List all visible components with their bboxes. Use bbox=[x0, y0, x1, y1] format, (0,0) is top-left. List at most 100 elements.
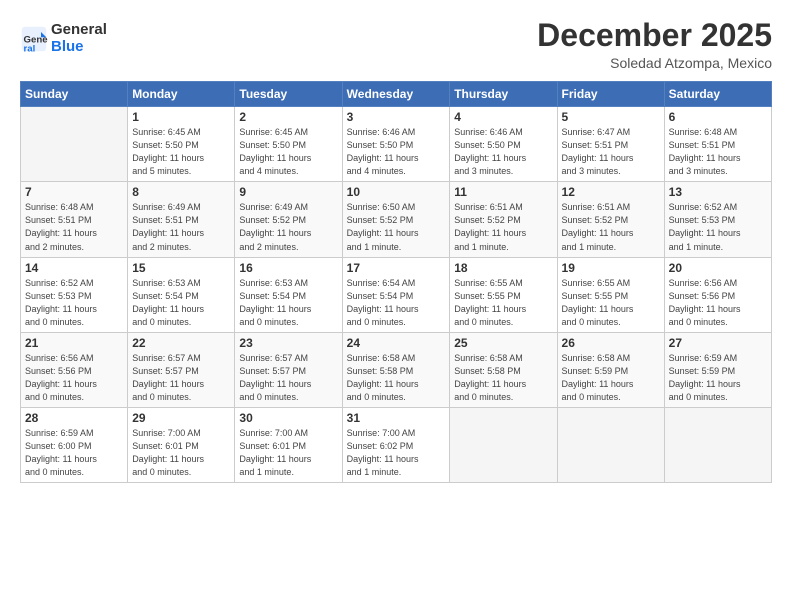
calendar-cell: 14 Sunrise: 6:52 AMSunset: 5:53 PMDayligh… bbox=[21, 257, 128, 332]
day-number: 5 bbox=[562, 110, 660, 124]
calendar-cell: 23 Sunrise: 6:57 AMSunset: 5:57 PMDayligh… bbox=[235, 332, 342, 407]
calendar-cell: 6 Sunrise: 6:48 AMSunset: 5:51 PMDaylight… bbox=[664, 107, 771, 182]
weekday-header-tuesday: Tuesday bbox=[235, 82, 342, 107]
day-number: 31 bbox=[347, 411, 446, 425]
day-number: 1 bbox=[132, 110, 230, 124]
day-number: 4 bbox=[454, 110, 552, 124]
day-number: 14 bbox=[25, 261, 123, 275]
calendar-cell: 1 Sunrise: 6:45 AMSunset: 5:50 PMDaylight… bbox=[128, 107, 235, 182]
logo-line2: Blue bbox=[51, 38, 84, 55]
day-number: 7 bbox=[25, 185, 123, 199]
day-info: Sunrise: 6:49 AMSunset: 5:51 PMDaylight:… bbox=[132, 201, 230, 253]
day-info: Sunrise: 6:53 AMSunset: 5:54 PMDaylight:… bbox=[132, 277, 230, 329]
calendar-cell: 11 Sunrise: 6:51 AMSunset: 5:52 PMDayligh… bbox=[450, 182, 557, 257]
month-title: December 2025 bbox=[537, 18, 772, 53]
day-info: Sunrise: 6:53 AMSunset: 5:54 PMDaylight:… bbox=[239, 277, 337, 329]
calendar-week-row: 1 Sunrise: 6:45 AMSunset: 5:50 PMDaylight… bbox=[21, 107, 772, 182]
day-number: 3 bbox=[347, 110, 446, 124]
calendar-cell: 29 Sunrise: 7:00 AMSunset: 6:01 PMDayligh… bbox=[128, 407, 235, 482]
day-number: 23 bbox=[239, 336, 337, 350]
weekday-header-saturday: Saturday bbox=[664, 82, 771, 107]
logo-line1: General bbox=[51, 21, 107, 38]
day-number: 26 bbox=[562, 336, 660, 350]
day-number: 2 bbox=[239, 110, 337, 124]
calendar-header-row: SundayMondayTuesdayWednesdayThursdayFrid… bbox=[21, 82, 772, 107]
calendar-cell: 15Sunrise: 6:53 AMSunset: 5:54 PMDayligh… bbox=[128, 257, 235, 332]
day-number: 10 bbox=[347, 185, 446, 199]
day-info: Sunrise: 6:58 AMSunset: 5:59 PMDaylight:… bbox=[562, 352, 660, 404]
day-info: Sunrise: 6:48 AMSunset: 5:51 PMDaylight:… bbox=[669, 126, 767, 178]
calendar-cell bbox=[664, 407, 771, 482]
calendar-cell: 25Sunrise: 6:58 AMSunset: 5:58 PMDayligh… bbox=[450, 332, 557, 407]
day-number: 17 bbox=[347, 261, 446, 275]
day-info: Sunrise: 6:59 AMSunset: 5:59 PMDaylight:… bbox=[669, 352, 767, 404]
day-info: Sunrise: 6:55 AMSunset: 5:55 PMDaylight:… bbox=[562, 277, 660, 329]
calendar-week-row: 21Sunrise: 6:56 AMSunset: 5:56 PMDayligh… bbox=[21, 332, 772, 407]
logo: Gene ral General Blue bbox=[20, 22, 107, 55]
day-info: Sunrise: 6:57 AMSunset: 5:57 PMDaylight:… bbox=[132, 352, 230, 404]
day-number: 28 bbox=[25, 411, 123, 425]
day-number: 8 bbox=[132, 185, 230, 199]
svg-text:ral: ral bbox=[24, 43, 36, 53]
day-info: Sunrise: 6:45 AMSunset: 5:50 PMDaylight:… bbox=[132, 126, 230, 178]
weekday-header-friday: Friday bbox=[557, 82, 664, 107]
calendar-cell: 3Sunrise: 6:46 AMSunset: 5:50 PMDaylight… bbox=[342, 107, 450, 182]
day-info: Sunrise: 7:00 AMSunset: 6:01 PMDaylight:… bbox=[239, 427, 337, 479]
weekday-header-thursday: Thursday bbox=[450, 82, 557, 107]
weekday-header-monday: Monday bbox=[128, 82, 235, 107]
calendar-week-row: 14 Sunrise: 6:52 AMSunset: 5:53 PMDayligh… bbox=[21, 257, 772, 332]
day-number: 12 bbox=[562, 185, 660, 199]
day-number: 13 bbox=[669, 185, 767, 199]
calendar-cell: 2 Sunrise: 6:45 AMSunset: 5:50 PMDaylight… bbox=[235, 107, 342, 182]
day-info: Sunrise: 6:52 AMSunset: 5:53 PMDaylight:… bbox=[669, 201, 767, 253]
calendar-cell: 31Sunrise: 7:00 AMSunset: 6:02 PMDayligh… bbox=[342, 407, 450, 482]
day-info: Sunrise: 6:57 AMSunset: 5:57 PMDaylight:… bbox=[239, 352, 337, 404]
calendar-cell: 27 Sunrise: 6:59 AMSunset: 5:59 PMDayligh… bbox=[664, 332, 771, 407]
day-info: Sunrise: 7:00 AMSunset: 6:01 PMDaylight:… bbox=[132, 427, 230, 479]
day-number: 22 bbox=[132, 336, 230, 350]
calendar-cell: 8 Sunrise: 6:49 AMSunset: 5:51 PMDaylight… bbox=[128, 182, 235, 257]
day-info: Sunrise: 6:55 AMSunset: 5:55 PMDaylight:… bbox=[454, 277, 552, 329]
title-block: December 2025 Soledad Atzompa, Mexico bbox=[537, 18, 772, 71]
logo-icon: Gene ral bbox=[20, 25, 48, 53]
calendar-cell: 19 Sunrise: 6:55 AMSunset: 5:55 PMDayligh… bbox=[557, 257, 664, 332]
calendar-cell: 21Sunrise: 6:56 AMSunset: 5:56 PMDayligh… bbox=[21, 332, 128, 407]
day-info: Sunrise: 6:50 AMSunset: 5:52 PMDaylight:… bbox=[347, 201, 446, 253]
calendar-cell: 9Sunrise: 6:49 AMSunset: 5:52 PMDaylight… bbox=[235, 182, 342, 257]
day-info: Sunrise: 6:48 AMSunset: 5:51 PMDaylight:… bbox=[25, 201, 123, 253]
day-info: Sunrise: 6:45 AMSunset: 5:50 PMDaylight:… bbox=[239, 126, 337, 178]
day-number: 27 bbox=[669, 336, 767, 350]
day-info: Sunrise: 6:51 AMSunset: 5:52 PMDaylight:… bbox=[454, 201, 552, 253]
day-info: Sunrise: 6:52 AMSunset: 5:53 PMDaylight:… bbox=[25, 277, 123, 329]
day-number: 19 bbox=[562, 261, 660, 275]
day-number: 11 bbox=[454, 185, 552, 199]
day-number: 18 bbox=[454, 261, 552, 275]
day-number: 30 bbox=[239, 411, 337, 425]
calendar-cell: 30 Sunrise: 7:00 AMSunset: 6:01 PMDayligh… bbox=[235, 407, 342, 482]
calendar-cell: 16 Sunrise: 6:53 AMSunset: 5:54 PMDayligh… bbox=[235, 257, 342, 332]
day-number: 20 bbox=[669, 261, 767, 275]
day-info: Sunrise: 6:54 AMSunset: 5:54 PMDaylight:… bbox=[347, 277, 446, 329]
calendar-cell: 22 Sunrise: 6:57 AMSunset: 5:57 PMDayligh… bbox=[128, 332, 235, 407]
day-info: Sunrise: 6:59 AMSunset: 6:00 PMDaylight:… bbox=[25, 427, 123, 479]
page: Gene ral General Blue December 2025 Sole… bbox=[0, 0, 792, 612]
day-number: 24 bbox=[347, 336, 446, 350]
calendar-cell: 17 Sunrise: 6:54 AMSunset: 5:54 PMDayligh… bbox=[342, 257, 450, 332]
day-number: 16 bbox=[239, 261, 337, 275]
day-info: Sunrise: 6:58 AMSunset: 5:58 PMDaylight:… bbox=[454, 352, 552, 404]
calendar-cell: 24Sunrise: 6:58 AMSunset: 5:58 PMDayligh… bbox=[342, 332, 450, 407]
calendar-week-row: 7 Sunrise: 6:48 AMSunset: 5:51 PMDaylight… bbox=[21, 182, 772, 257]
calendar-cell: 4Sunrise: 6:46 AMSunset: 5:50 PMDaylight… bbox=[450, 107, 557, 182]
calendar-cell bbox=[450, 407, 557, 482]
weekday-header-sunday: Sunday bbox=[21, 82, 128, 107]
day-number: 6 bbox=[669, 110, 767, 124]
day-number: 29 bbox=[132, 411, 230, 425]
day-info: Sunrise: 6:47 AMSunset: 5:51 PMDaylight:… bbox=[562, 126, 660, 178]
calendar-table: SundayMondayTuesdayWednesdayThursdayFrid… bbox=[20, 81, 772, 483]
calendar-cell: 10 Sunrise: 6:50 AMSunset: 5:52 PMDayligh… bbox=[342, 182, 450, 257]
calendar-cell: 12Sunrise: 6:51 AMSunset: 5:52 PMDayligh… bbox=[557, 182, 664, 257]
calendar-cell: 18 Sunrise: 6:55 AMSunset: 5:55 PMDayligh… bbox=[450, 257, 557, 332]
day-info: Sunrise: 6:56 AMSunset: 5:56 PMDaylight:… bbox=[669, 277, 767, 329]
day-number: 21 bbox=[25, 336, 123, 350]
location-subtitle: Soledad Atzompa, Mexico bbox=[537, 55, 772, 71]
